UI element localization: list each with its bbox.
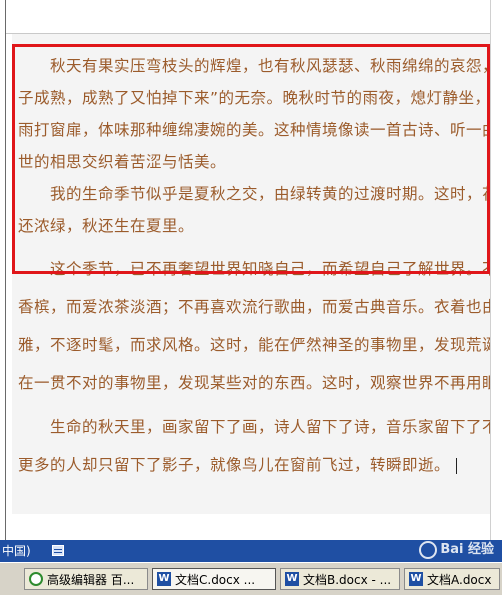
paragraph-line: 还浓绿，秋还生在夏里。 — [18, 217, 195, 235]
document-page[interactable]: 秋天有果实压弯枝头的辉煌，也有秋风瑟瑟、秋雨绵绵的哀怨，果 子成熟，成熟了又怕掉… — [12, 34, 490, 514]
taskbar-item-label: 文档C.docx ... — [175, 572, 256, 587]
taskbar-item-doc-c[interactable]: W 文档C.docx ... — [152, 568, 276, 590]
word-icon: W — [157, 571, 171, 586]
taskbar-item-editor[interactable]: 高级编辑器 百... — [24, 568, 148, 590]
paragraph-line-text: 更多的人却只留下了影子，就像鸟儿在窗前飞过，转瞬即逝。 — [18, 456, 451, 474]
view-layout-icon[interactable] — [52, 545, 64, 556]
taskbar-item-label: 高级编辑器 百... — [47, 572, 135, 587]
paragraph-line: 我的生命季节似乎是夏秋之交，由绿转黄的过渡时期。这时，花 — [50, 185, 490, 203]
ie-icon — [29, 571, 43, 586]
taskbar: 高级编辑器 百... W 文档C.docx ... W 文档B.docx - ...… — [0, 562, 502, 595]
paragraph-line: 香槟，而爱浓茶淡酒；不再喜欢流行歌曲，而爱古典音乐。衣着也由 — [18, 298, 490, 316]
language-indicator[interactable]: 中国) — [2, 540, 31, 562]
taskbar-item-label: 文档A.docx — [427, 572, 492, 587]
paragraph-line: 这个季节，已不再奢望世界知晓自己，而希望自己了解世界。不再 — [50, 260, 490, 278]
taskbar-item-doc-b[interactable]: W 文档B.docx - ... — [280, 568, 400, 590]
word-icon: W — [285, 571, 299, 586]
paragraph-line: 子成熟，成熟了又怕掉下来”的无奈。晚秋时节的雨夜，熄灯静坐，听 — [18, 89, 490, 107]
paragraph-line-last: 更多的人却只留下了影子，就像鸟儿在窗前飞过，转瞬即逝。 — [18, 449, 458, 481]
ruler-area — [6, 0, 490, 33]
paw-logo-icon — [419, 540, 438, 559]
taskbar-item-doc-a[interactable]: W 文档A.docx — [404, 568, 500, 590]
paragraph-line: 生命的秋天里，画家留下了画，诗人留下了诗，音乐家留下了不 — [50, 418, 490, 436]
taskbar-item-label: 文档B.docx - ... — [303, 572, 392, 587]
paragraph-line: 秋天有果实压弯枝头的辉煌，也有秋风瑟瑟、秋雨绵绵的哀怨，果 — [50, 57, 490, 75]
paragraph-line: 在一贯不对的事物里，发现某些对的东西。这时，观察世界不再用眼， — [18, 374, 490, 392]
vertical-scroll-area[interactable] — [490, 0, 502, 540]
baidu-watermark: Bai 经验 — [419, 538, 494, 559]
paragraph-line: 世的相思交织着苦涩与恬美。 — [18, 153, 227, 171]
text-cursor — [456, 457, 458, 474]
paragraph-line: 雨打窗扉，体味那种缠绵凄婉的美。这种情境像读一首古诗、听一曲 — [18, 121, 490, 139]
watermark-text: Bai 经验 — [440, 542, 494, 557]
paragraph-line: 雅，不逐时髦，而求风格。这时，能在俨然神圣的事物里，发现荒诞 — [18, 336, 490, 354]
window-left-border — [5, 0, 6, 540]
document-window: 秋天有果实压弯枝头的辉煌，也有秋风瑟瑟、秋雨绵绵的哀怨，果 子成熟，成熟了又怕掉… — [0, 0, 502, 540]
word-icon: W — [409, 571, 423, 586]
